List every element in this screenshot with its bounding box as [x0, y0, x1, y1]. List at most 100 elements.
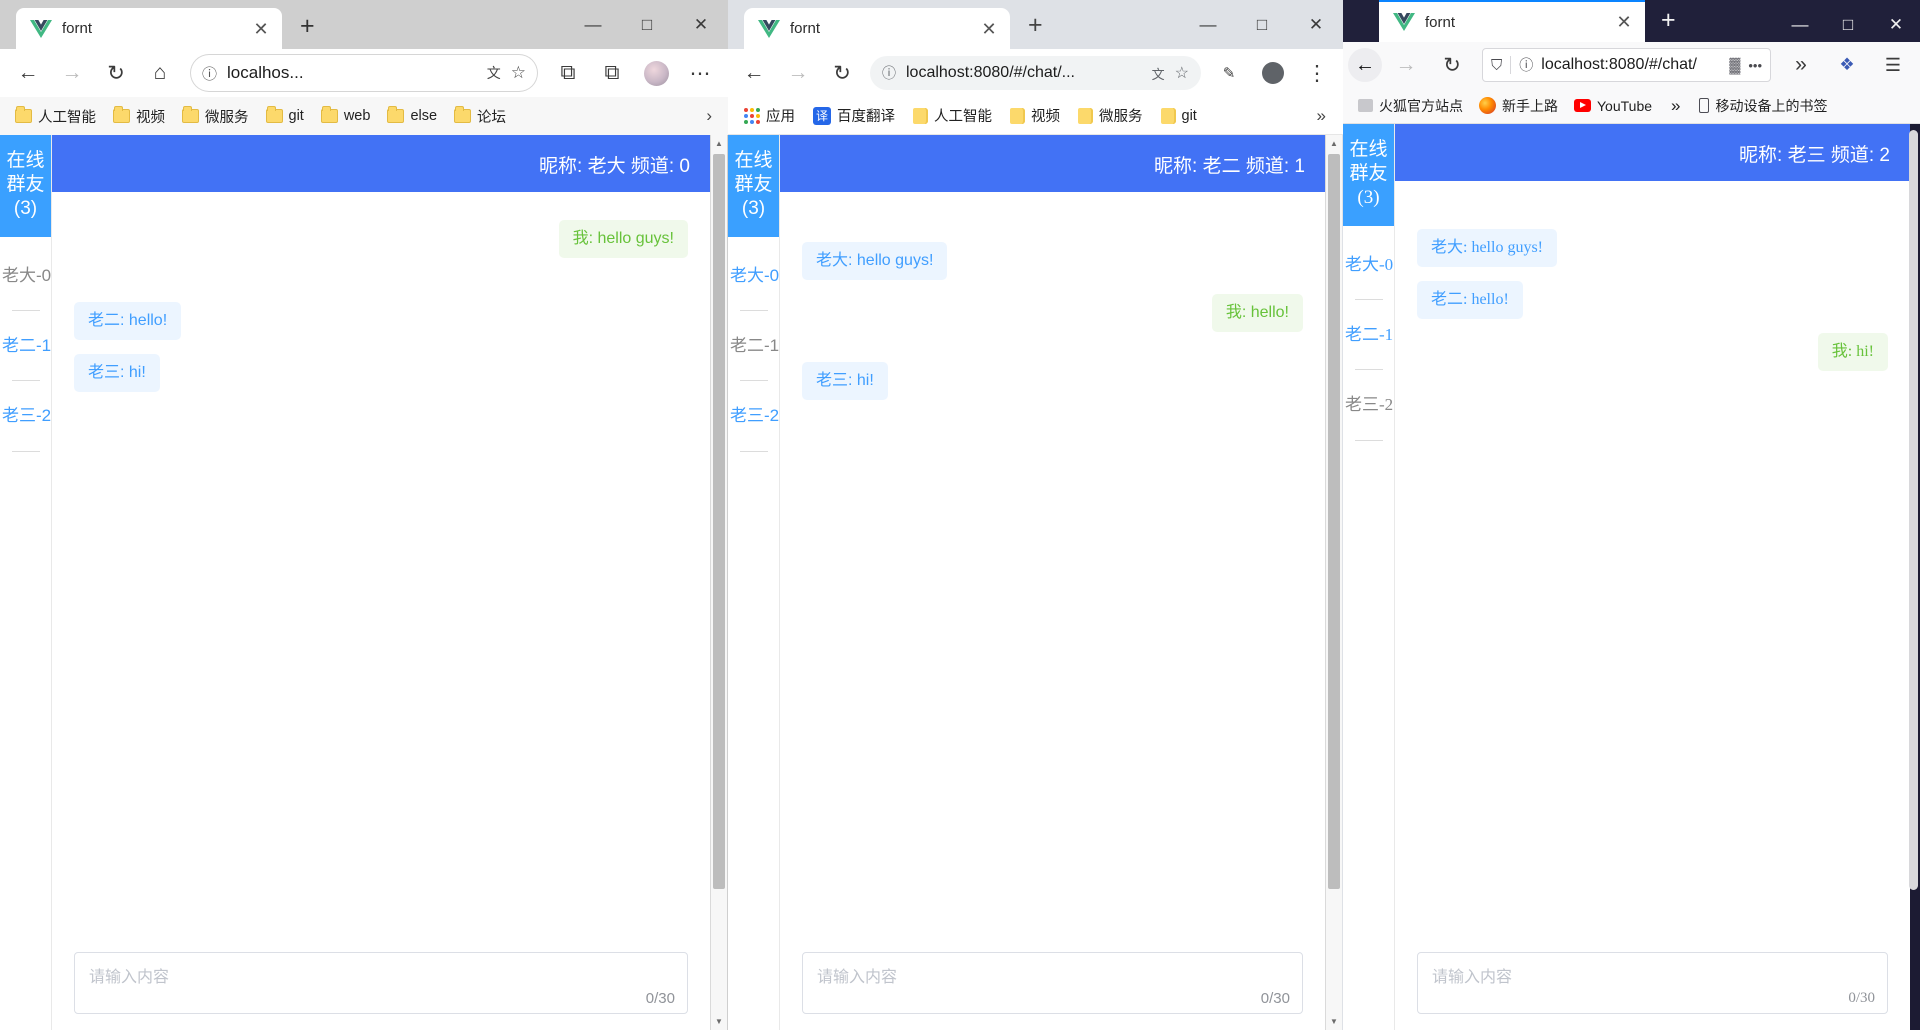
chat-app-firefox: 在线群友(3) 老大-0 老二-1 老三-2 昵称: 老三 频道: 2 老大: …	[1343, 124, 1910, 1030]
firefox-menu-icon[interactable]: ☰	[1871, 45, 1915, 85]
gift-icon[interactable]: ❖	[1825, 45, 1869, 85]
list-item[interactable]: 老二-1	[728, 329, 779, 362]
bookmark-item[interactable]: YouTube	[1567, 95, 1659, 117]
extension-icon[interactable]: ✎	[1207, 53, 1251, 93]
bookmark-item[interactable]: 应用	[737, 102, 802, 129]
site-info-icon[interactable]: ⓘ	[202, 63, 217, 84]
message-list: 老大: hello guys! 我: hello! 老三: hi!	[780, 192, 1325, 942]
browser-window-edge: fornt ✕ + — □ ✕ ← → ↻ ⌂ ⓘ localhos... 文 …	[0, 0, 728, 1030]
page-scrollbar[interactable]	[1909, 130, 1918, 890]
message-input[interactable]: 请输入内容 0/30	[1417, 952, 1888, 1014]
toolbar-overflow-icon[interactable]: »	[1779, 45, 1823, 85]
more-settings-icon[interactable]: ⋯	[678, 53, 722, 93]
site-info-icon[interactable]: ⓘ	[882, 63, 896, 83]
browser-tab[interactable]: fornt ✕	[1379, 0, 1645, 42]
bookmark-item[interactable]: 新手上路	[1472, 93, 1565, 119]
bookmark-item[interactable]: 视频	[1003, 102, 1067, 129]
bookmark-item[interactable]: 移动设备上的书签	[1692, 93, 1834, 119]
scrollbar-thumb[interactable]	[1328, 154, 1340, 889]
back-icon[interactable]: ←	[6, 53, 50, 93]
chrome-bookmarks-bar: 应用 译百度翻译 人工智能 视频 微服务 git »	[728, 97, 1343, 135]
translate-icon[interactable]: 文	[1152, 64, 1165, 83]
new-tab-button[interactable]: +	[1028, 14, 1043, 36]
scroll-down-arrow[interactable]: ▼	[711, 1013, 727, 1030]
vue-logo-icon	[1393, 13, 1415, 31]
address-bar[interactable]: ⓘ localhost:8080/#/chat/... 文 ☆	[870, 56, 1201, 90]
minimize-button[interactable]: —	[1181, 0, 1235, 49]
browser-tab[interactable]: fornt ✕	[744, 8, 1010, 49]
back-icon[interactable]: ←	[732, 53, 776, 93]
maximize-button[interactable]: □	[620, 0, 674, 49]
page-scrollbar[interactable]: ▲ ▼	[710, 135, 727, 1030]
back-icon[interactable]: ←	[1348, 48, 1382, 82]
page-scrollbar[interactable]: ▲ ▼	[1325, 135, 1342, 1030]
bookmark-item[interactable]: 视频	[106, 103, 172, 130]
scroll-up-arrow[interactable]: ▲	[1326, 135, 1342, 152]
list-item[interactable]: 老二-1	[1343, 318, 1394, 351]
list-item[interactable]: 老三-2	[0, 399, 51, 432]
bookmark-item[interactable]: 人工智能	[8, 103, 103, 130]
close-tab-icon[interactable]: ✕	[1611, 13, 1637, 31]
bookmark-label: git	[289, 108, 304, 124]
favorite-star-icon[interactable]: ☆	[1175, 63, 1189, 83]
shield-icon[interactable]: ⛉	[1491, 57, 1502, 74]
qr-code-icon[interactable]: ▓	[1729, 57, 1740, 74]
new-tab-button[interactable]: +	[300, 16, 315, 36]
list-item[interactable]: 老大-0	[728, 259, 779, 292]
message-input[interactable]: 请输入内容 0/30	[802, 952, 1303, 1014]
minimize-button[interactable]: —	[1776, 4, 1824, 46]
list-item[interactable]: 老大-0	[0, 259, 51, 292]
bookmarks-overflow-icon[interactable]: ›	[706, 106, 720, 126]
home-icon[interactable]: ⌂	[138, 53, 182, 93]
bookmark-item[interactable]: web	[314, 105, 378, 127]
close-window-button[interactable]: ✕	[674, 0, 728, 49]
close-tab-icon[interactable]: ✕	[976, 20, 1002, 38]
scroll-up-arrow[interactable]: ▲	[711, 135, 727, 152]
close-window-button[interactable]: ✕	[1872, 4, 1920, 46]
list-item[interactable]: 老三-2	[728, 399, 779, 432]
reload-icon[interactable]: ↻	[1430, 45, 1474, 85]
reload-icon[interactable]: ↻	[820, 53, 864, 93]
user-list: 老大-0 老二-1 老三-2	[1343, 226, 1394, 459]
bookmarks-overflow-icon[interactable]: »	[1661, 96, 1690, 116]
favorite-star-icon[interactable]: ☆	[511, 63, 526, 83]
bookmarks-overflow-icon[interactable]: »	[1317, 106, 1334, 126]
maximize-button[interactable]: □	[1824, 4, 1872, 46]
address-bar[interactable]: ⛉ ⓘ localhost:8080/#/chat/ ▓ •••	[1482, 48, 1771, 82]
close-window-button[interactable]: ✕	[1289, 0, 1343, 49]
list-item[interactable]: 老三-2	[1343, 388, 1394, 421]
bookmark-item[interactable]: git	[259, 105, 311, 127]
site-info-icon[interactable]: ⓘ	[1519, 55, 1533, 75]
new-tab-button[interactable]: +	[1661, 9, 1676, 31]
bookmark-item[interactable]: else	[380, 105, 444, 127]
scroll-down-arrow[interactable]: ▼	[1326, 1013, 1342, 1030]
translate-icon[interactable]: 文	[487, 63, 501, 83]
scrollbar-thumb[interactable]	[713, 154, 725, 889]
bookmark-item[interactable]: 人工智能	[906, 102, 999, 129]
browser-tab[interactable]: fornt ✕	[16, 8, 282, 49]
bookmark-item[interactable]: 微服务	[175, 103, 256, 130]
bookmark-item[interactable]: 论坛	[447, 103, 513, 130]
chat-header: 昵称: 老三 频道: 2	[1395, 124, 1910, 181]
bookmark-item[interactable]: 微服务	[1071, 102, 1150, 129]
profile-avatar-icon[interactable]	[1251, 53, 1295, 93]
message-input[interactable]: 请输入内容 0/30	[74, 952, 688, 1014]
close-tab-icon[interactable]: ✕	[248, 20, 274, 38]
address-bar[interactable]: ⓘ localhos... 文 ☆	[190, 54, 538, 92]
page-actions-icon[interactable]: •••	[1748, 58, 1762, 73]
url-text: localhos...	[227, 63, 477, 83]
divider	[12, 451, 40, 452]
user-list: 老大-0 老二-1 老三-2	[728, 237, 779, 470]
list-item[interactable]: 老大-0	[1343, 248, 1394, 281]
minimize-button[interactable]: —	[566, 0, 620, 49]
collections-icon[interactable]: ⧉	[546, 53, 590, 93]
bookmark-item[interactable]: git	[1154, 105, 1204, 127]
bookmark-item[interactable]: 火狐官方站点	[1351, 93, 1470, 119]
list-item[interactable]: 老二-1	[0, 329, 51, 362]
bookmark-item[interactable]: 译百度翻译	[806, 102, 902, 129]
reload-icon[interactable]: ↻	[94, 53, 138, 93]
share-icon[interactable]: ⧉	[590, 53, 634, 93]
chrome-menu-icon[interactable]: ⋮	[1295, 53, 1339, 93]
maximize-button[interactable]: □	[1235, 0, 1289, 49]
avatar[interactable]	[634, 53, 678, 93]
